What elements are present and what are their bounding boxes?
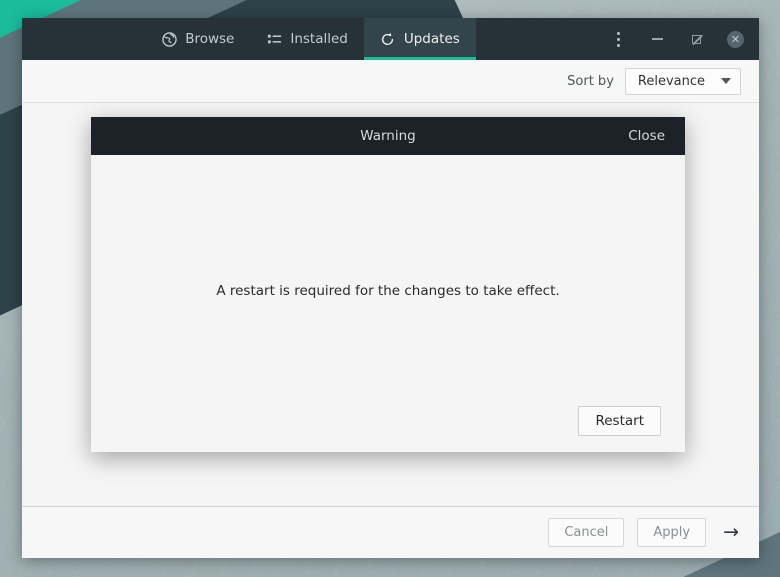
restart-button[interactable]: Restart xyxy=(578,406,661,436)
tab-updates[interactable]: Updates xyxy=(363,18,476,60)
globe-icon xyxy=(161,31,177,47)
sort-toolbar: Sort by Relevance xyxy=(22,60,759,103)
dialog-titlebar: Warning Close xyxy=(91,117,685,155)
tab-installed-label: Installed xyxy=(290,31,348,47)
tab-bar: Browse Installed Updates xyxy=(22,18,599,60)
tab-browse-label: Browse xyxy=(185,31,235,47)
dialog-footer: Restart xyxy=(91,390,685,452)
overflow-menu-icon[interactable] xyxy=(599,18,638,60)
sort-by-label: Sort by xyxy=(567,73,614,89)
apply-button[interactable]: Apply xyxy=(637,518,707,547)
sort-by-select[interactable]: Relevance xyxy=(624,67,741,95)
dialog-close-button[interactable]: Close xyxy=(628,128,665,144)
sort-by-value: Relevance xyxy=(637,73,705,89)
minimize-icon[interactable] xyxy=(638,18,677,60)
close-glyph: ✕ xyxy=(727,30,744,48)
window-controls: ✕ xyxy=(599,18,759,60)
chevron-down-icon xyxy=(721,78,731,84)
dialog-title: Warning xyxy=(360,128,416,144)
tab-updates-label: Updates xyxy=(403,31,460,47)
next-arrow-icon[interactable]: → xyxy=(719,523,739,542)
action-bar: Cancel Apply → xyxy=(22,506,759,558)
dialog-body: A restart is required for the changes to… xyxy=(91,155,685,390)
list-icon xyxy=(266,31,282,47)
tab-installed[interactable]: Installed xyxy=(250,18,364,60)
close-icon[interactable]: ✕ xyxy=(716,18,755,60)
dialog-message: A restart is required for the changes to… xyxy=(216,283,560,299)
cancel-button[interactable]: Cancel xyxy=(548,518,625,547)
tab-browse[interactable]: Browse xyxy=(145,18,250,60)
maximize-icon[interactable] xyxy=(677,18,716,60)
refresh-icon xyxy=(380,31,396,47)
warning-dialog: Warning Close A restart is required for … xyxy=(91,117,685,452)
window-titlebar: Browse Installed Updates ✕ xyxy=(22,18,759,60)
